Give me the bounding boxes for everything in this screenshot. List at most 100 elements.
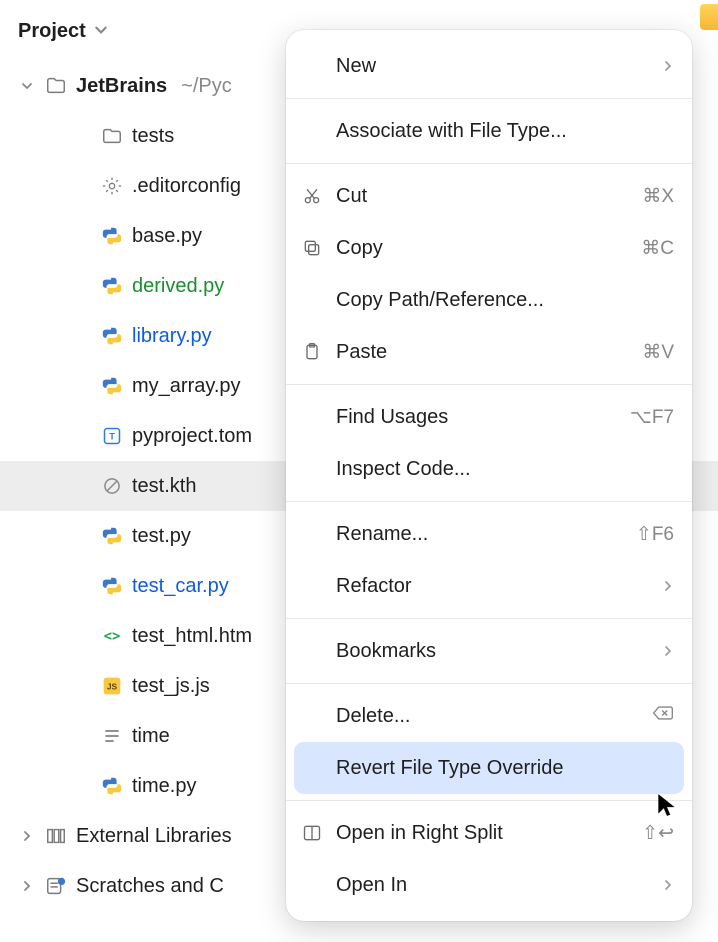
menu-item[interactable]: Delete...: [286, 690, 692, 742]
menu-shortcut: ⌥F7: [630, 406, 674, 429]
menu-label: Delete...: [336, 705, 640, 728]
chevron-right-icon: [662, 874, 674, 897]
menu-item[interactable]: Open In: [286, 859, 692, 911]
blank-icon: [300, 405, 324, 429]
menu-item[interactable]: Bookmarks: [286, 625, 692, 677]
chevron-down-icon: [94, 20, 108, 43]
file-name: pyproject.tom: [132, 425, 252, 448]
menu-item[interactable]: Copy⌘C: [286, 222, 692, 274]
file-name: test_html.htm: [132, 625, 252, 648]
py-icon: [100, 524, 124, 548]
chevron-right-icon: [662, 55, 674, 78]
chevron-right-icon[interactable]: [18, 880, 36, 892]
folder-icon: [100, 124, 124, 148]
chevron-right-icon: [662, 640, 674, 663]
menu-label: Associate with File Type...: [336, 120, 674, 143]
menu-label: Refactor: [336, 575, 650, 598]
menu-label: Open In: [336, 874, 650, 897]
folder-icon: [44, 74, 68, 98]
menu-item[interactable]: Revert File Type Override: [294, 742, 684, 794]
menu-item[interactable]: Open in Right Split ⇧↩: [286, 807, 692, 859]
blank-icon: [300, 756, 324, 780]
file-name: .editorconfig: [132, 175, 241, 198]
menu-label: Inspect Code...: [336, 458, 674, 481]
menu-separator: [286, 800, 692, 801]
menu-item[interactable]: Associate with File Type...: [286, 105, 692, 157]
menu-label: Find Usages: [336, 406, 618, 429]
file-name: time.py: [132, 775, 196, 798]
file-name: tests: [132, 125, 174, 148]
menu-label: New: [336, 55, 650, 78]
menu-item[interactable]: Cut⌘X: [286, 170, 692, 222]
menu-separator: [286, 683, 692, 684]
lib-icon: [44, 824, 68, 848]
menu-item[interactable]: New: [286, 40, 692, 92]
gutter-python-icon: [700, 4, 718, 30]
menu-label: Open in Right Split: [336, 822, 630, 845]
file-name: test_js.js: [132, 675, 210, 698]
paste-icon: [300, 340, 324, 364]
chevron-right-icon[interactable]: [18, 830, 36, 842]
svg-text:T: T: [109, 431, 115, 441]
menu-shortcut: ⇧F6: [636, 523, 674, 546]
menu-item[interactable]: Copy Path/Reference...: [286, 274, 692, 326]
root-name: JetBrains: [76, 75, 167, 98]
menu-separator: [286, 384, 692, 385]
file-name: test.kth: [132, 475, 196, 498]
svg-text:JS: JS: [107, 681, 118, 691]
blank-icon: [300, 288, 324, 312]
copy-icon: [300, 236, 324, 260]
html-icon: <>: [100, 624, 124, 648]
menu-separator: [286, 163, 692, 164]
menu-label: Revert File Type Override: [336, 757, 674, 780]
menu-label: Bookmarks: [336, 640, 650, 663]
menu-item[interactable]: Inspect Code...: [286, 443, 692, 495]
py-icon: [100, 274, 124, 298]
blank-icon: [300, 54, 324, 78]
menu-separator: [286, 501, 692, 502]
scratch-icon: [44, 874, 68, 898]
py-icon: [100, 224, 124, 248]
delete-key-icon: [652, 704, 674, 728]
blank-icon: [300, 639, 324, 663]
menu-label: Rename...: [336, 523, 624, 546]
cut-icon: [300, 184, 324, 208]
menu-label: Copy: [336, 237, 629, 260]
menu-item[interactable]: Rename... ⇧F6: [286, 508, 692, 560]
menu-shortcut: ⇧↩: [642, 822, 674, 845]
menu-separator: [286, 618, 692, 619]
node-name: Scratches and C: [76, 875, 224, 898]
file-name: test.py: [132, 525, 191, 548]
js-icon: JS: [100, 674, 124, 698]
file-name: my_array.py: [132, 375, 241, 398]
py-icon: [100, 774, 124, 798]
chevron-right-icon: [662, 575, 674, 598]
chevron-down-icon[interactable]: [18, 80, 36, 92]
root-path: ~/Pyc: [181, 75, 232, 98]
blank-icon: [300, 873, 324, 897]
py-icon: [100, 324, 124, 348]
menu-item[interactable]: Paste ⌘V: [286, 326, 692, 378]
ignored-icon: [100, 474, 124, 498]
file-name: test_car.py: [132, 575, 229, 598]
context-menu: NewAssociate with File Type...Cut⌘XCopy⌘…: [286, 30, 692, 921]
panel-title: Project: [18, 20, 86, 43]
menu-shortcut: ⌘X: [642, 185, 674, 208]
blank-icon: [300, 119, 324, 143]
blank-icon: [300, 704, 324, 728]
menu-item[interactable]: Refactor: [286, 560, 692, 612]
file-name: derived.py: [132, 275, 224, 298]
menu-label: Copy Path/Reference...: [336, 289, 674, 312]
svg-text:<>: <>: [104, 629, 121, 645]
text-icon: [100, 724, 124, 748]
toml-icon: T: [100, 424, 124, 448]
menu-label: Paste: [336, 341, 630, 364]
menu-item[interactable]: Find Usages ⌥F7: [286, 391, 692, 443]
file-name: library.py: [132, 325, 212, 348]
menu-shortcut: ⌘V: [642, 341, 674, 364]
node-name: External Libraries: [76, 825, 232, 848]
split-icon: [300, 821, 324, 845]
blank-icon: [300, 522, 324, 546]
py-icon: [100, 574, 124, 598]
file-name: time: [132, 725, 170, 748]
